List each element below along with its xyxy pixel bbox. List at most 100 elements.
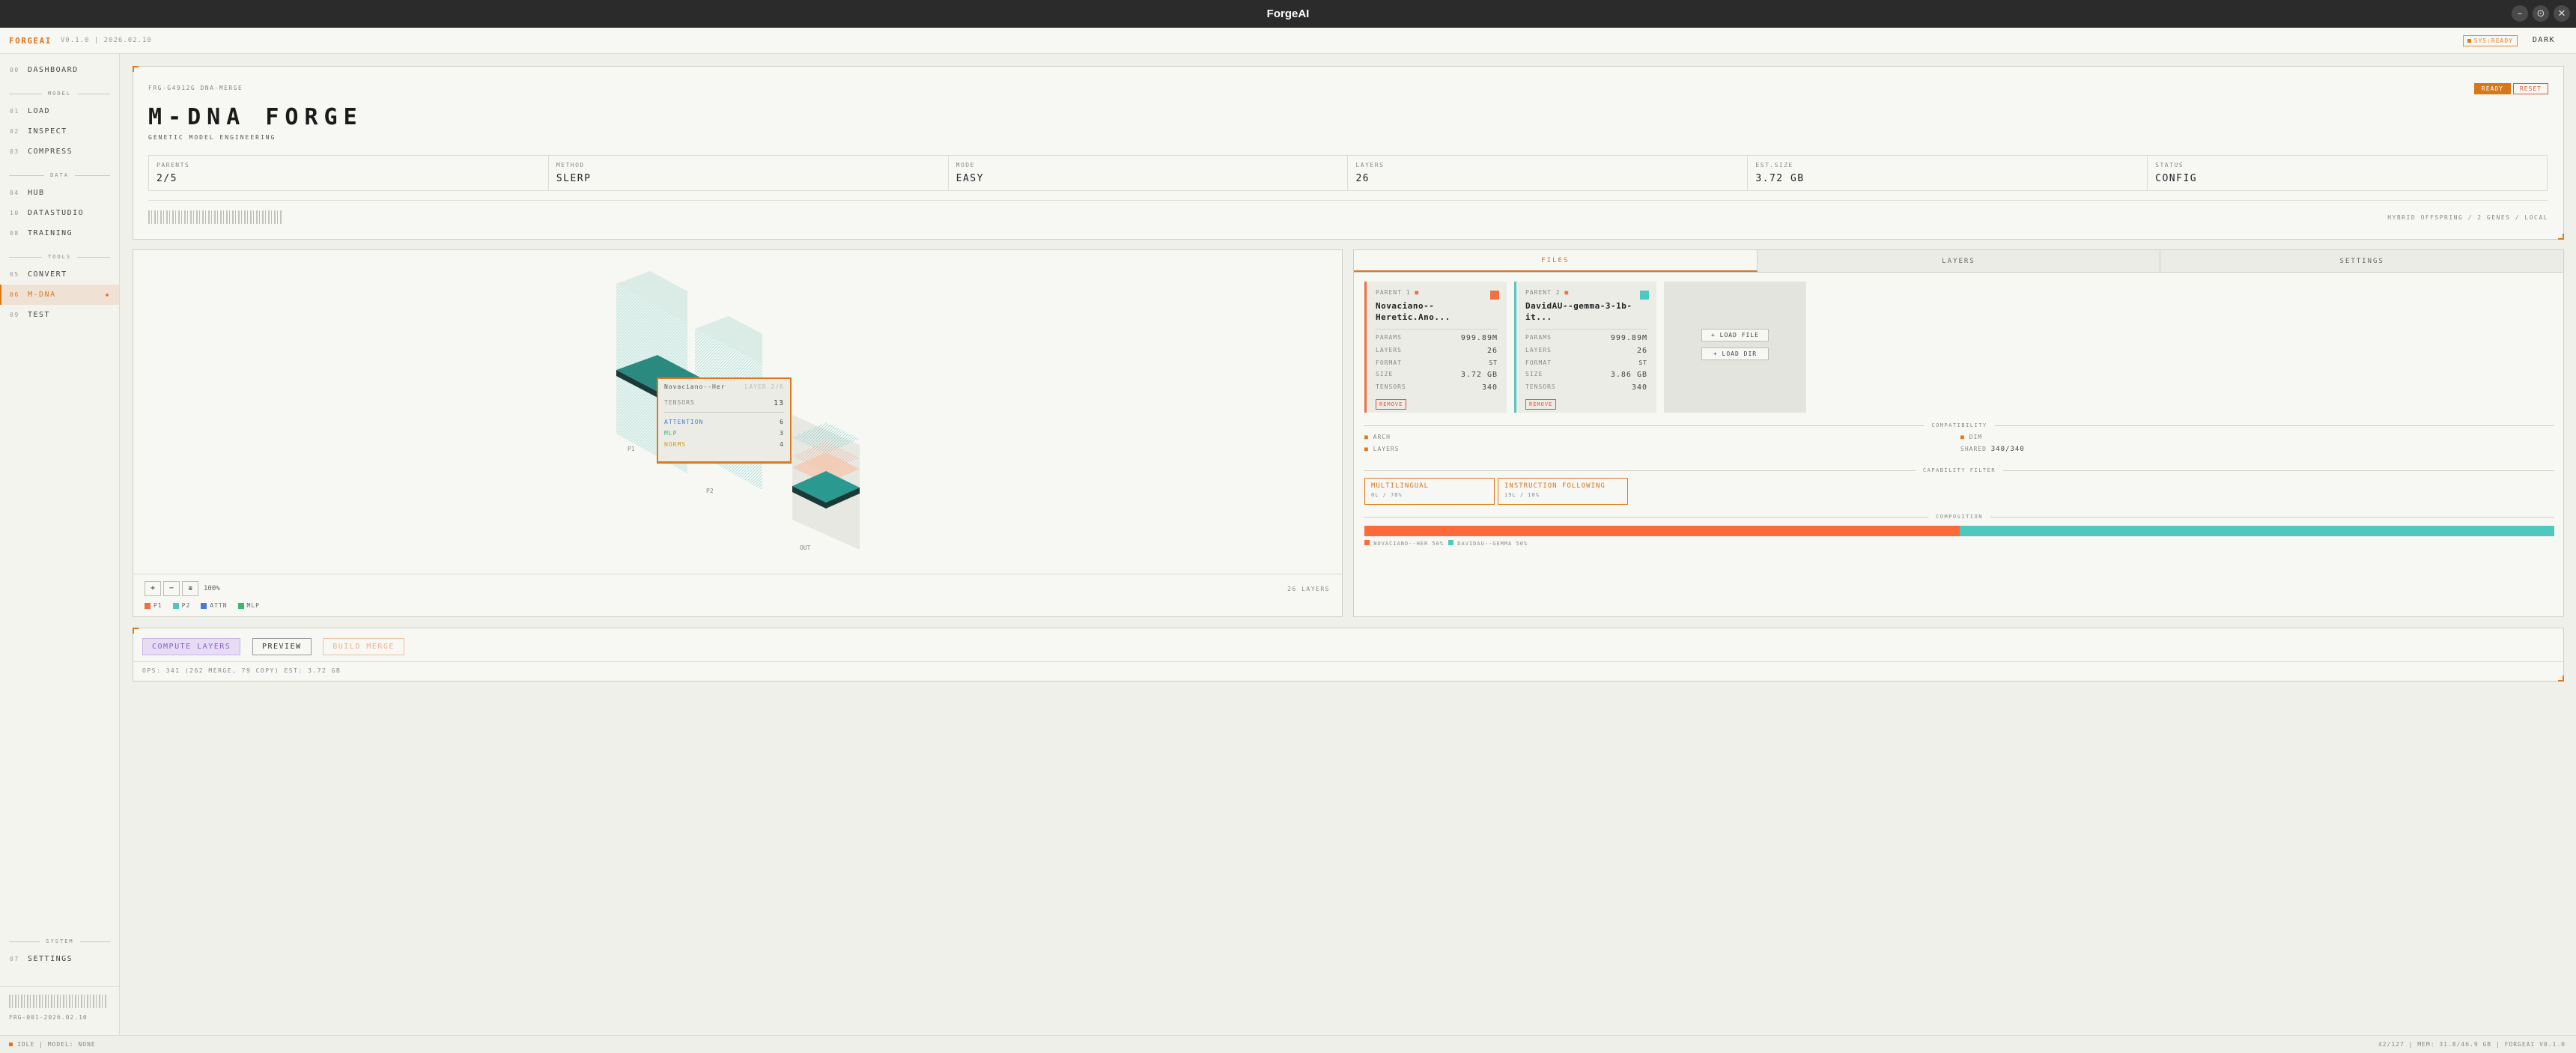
nav-group-label: MODEL xyxy=(47,91,72,97)
status-right: 42/127 | MEM: 31.8/46.9 GB | FORGEAI V0.… xyxy=(2378,1041,2566,1048)
build-merge-button[interactable]: BUILD MERGE xyxy=(323,638,404,655)
zoom-out-button[interactable]: − xyxy=(163,581,180,596)
footer-id: FRG-001-2026.02.10 xyxy=(9,1014,88,1021)
sidebar-footer: FRG-001-2026.02.10 xyxy=(0,986,120,1035)
tab-bar: FILES LAYERS SETTINGS xyxy=(1354,250,2564,273)
color-swatch xyxy=(1490,291,1499,300)
load-file-button[interactable]: + LOAD FILE xyxy=(1701,328,1769,342)
tab-settings[interactable]: SETTINGS xyxy=(2160,250,2564,272)
sidebar-item-compress[interactable]: 03 COMPRESS xyxy=(0,142,119,162)
sidebar-item-dashboard[interactable]: 00 DASHBOARD xyxy=(0,60,119,80)
nav-label: TEST xyxy=(28,311,51,319)
dot-icon: ■ xyxy=(1364,434,1369,440)
cap-name: MULTILINGUAL xyxy=(1371,482,1430,490)
remove-button[interactable]: REMOVE xyxy=(1525,399,1557,410)
stat-value: EASY xyxy=(956,173,984,184)
row-key: LAYERS xyxy=(1525,347,1552,353)
nav-group-tools: TOOLS xyxy=(9,254,110,260)
theme-toggle[interactable]: DARK xyxy=(2533,36,2555,44)
legend-label: MLP xyxy=(246,602,260,609)
tensors-row: TENSORS 340 xyxy=(1376,383,1498,392)
sidebar-item-test[interactable]: 09 TEST xyxy=(0,305,119,325)
legend-item: P1 xyxy=(145,602,162,609)
sys-ready-text: SYS:READY xyxy=(2473,37,2513,44)
tab-files[interactable]: FILES xyxy=(1354,250,1758,272)
nav-label: COMPRESS xyxy=(28,148,73,156)
composition-segment xyxy=(1959,526,2554,536)
sidebar-item-load[interactable]: 01 LOAD xyxy=(0,101,119,121)
corner-accent xyxy=(2558,676,2564,682)
tooltip-hint: LAYER 2/6 xyxy=(744,383,784,390)
header-panel: FRG-G4912G DNA-MERGE M-DNA FORGE GENETIC… xyxy=(133,66,2564,240)
stat-value: CONFIG xyxy=(2155,173,2198,184)
load-dir-button[interactable]: + LOAD DIR xyxy=(1701,347,1769,360)
sidebar-item-hub[interactable]: 04 HUB xyxy=(0,183,119,203)
nav-label: CONVERT xyxy=(28,270,67,279)
sidebar-item-inspect[interactable]: 02 INSPECT xyxy=(0,121,119,142)
tooltip-header: Novaciano--Her LAYER 2/6 xyxy=(664,383,784,390)
nav-group-model: MODEL xyxy=(9,91,110,97)
zoom-in-button[interactable]: + xyxy=(145,581,161,596)
compat-header: COMPATIBILITY xyxy=(1364,422,2554,428)
sidebar-item-datastudio[interactable]: 10 DATASTUDIO xyxy=(0,203,119,223)
nav-num: 09 xyxy=(10,312,19,318)
stat-status: STATUS CONFIG xyxy=(2148,156,2547,190)
corner-accent xyxy=(2558,234,2564,240)
format-row: FORMAT ST xyxy=(1525,359,1647,366)
nav-group-system: SYSTEM xyxy=(9,938,111,944)
row-value: 340 xyxy=(1481,383,1498,392)
nav-group-data: DATA xyxy=(9,172,110,178)
nav-num: 02 xyxy=(10,128,19,135)
composition-legend: NOVACIANO--HER 50% DAVIDAU--GEMMA 50% xyxy=(1364,540,1528,547)
parent-card-1[interactable]: PARENT 1 ■ Novaciano--Heretic.Ano... PAR… xyxy=(1364,282,1507,413)
row-value: 3.72 GB xyxy=(1460,371,1498,379)
sidebar-item-settings[interactable]: 07 SETTINGS xyxy=(0,949,120,969)
stat-value: SLERP xyxy=(556,173,592,184)
maximize-icon[interactable]: ⊙ xyxy=(2533,5,2549,22)
preview-button[interactable]: PREVIEW xyxy=(252,638,312,655)
status-left-text: IDLE | MODEL: NONE xyxy=(17,1041,96,1048)
format-row: FORMAT ST xyxy=(1376,359,1498,366)
p2-label: P2 xyxy=(706,488,714,494)
actions-panel: COMPUTE LAYERS PREVIEW BUILD MERGE OPS: … xyxy=(133,628,2564,682)
reset-button[interactable]: RESET xyxy=(2512,83,2548,94)
stat-value: 3.72 GB xyxy=(1755,173,1805,184)
nav-num: 06 xyxy=(10,291,19,298)
row-value: ST xyxy=(1638,359,1647,366)
capability-header: CAPABILITY FILTER xyxy=(1364,467,2554,473)
remove-button[interactable]: REMOVE xyxy=(1376,399,1407,410)
cap-instruction-following[interactable]: INSTRUCTION FOLLOWING 19L / 10% xyxy=(1498,478,1628,505)
nav-num: 10 xyxy=(10,210,19,216)
compat-key: ARCH xyxy=(1373,434,1391,440)
divider xyxy=(133,661,2563,662)
tab-layers[interactable]: LAYERS xyxy=(1757,250,2161,272)
fit-view-button[interactable]: ⊞ xyxy=(182,581,198,596)
minimize-icon[interactable]: – xyxy=(2512,5,2528,22)
parent-card-2[interactable]: PARENT 2 ■ DavidAU--gemma-3-1b-it... PAR… xyxy=(1514,282,1656,413)
close-icon[interactable]: ✕ xyxy=(2554,5,2570,22)
load-slot: + LOAD FILE + LOAD DIR xyxy=(1664,282,1806,413)
row-key: SIZE xyxy=(1525,371,1543,377)
divider xyxy=(148,200,2548,201)
section-title: CAPABILITY FILTER xyxy=(1922,467,1996,473)
sidebar-item-convert[interactable]: 05 CONVERT xyxy=(0,264,119,285)
compute-layers-button[interactable]: COMPUTE LAYERS xyxy=(142,638,241,655)
compat-key: LAYERS xyxy=(1373,446,1400,452)
system-group: SYSTEM 07 SETTINGS xyxy=(0,928,120,969)
stat-key: MODE xyxy=(956,162,975,169)
nav-label: TRAINING xyxy=(28,229,73,237)
layers-row: LAYERS 26 xyxy=(1376,347,1498,355)
out-stack[interactable] xyxy=(792,415,860,550)
sidebar-item-training[interactable]: 08 TRAINING xyxy=(0,223,119,243)
divider xyxy=(1376,329,1498,330)
viz-legend: P1 P2 ATTN MLP xyxy=(145,602,260,609)
sidebar-item-m-dna[interactable]: 06 M-DNA ◆ xyxy=(0,285,119,305)
page-title: M-DNA FORGE xyxy=(148,104,363,130)
sys-ready-badge: SYS:READY xyxy=(2462,35,2518,46)
compat-layers: ■ LAYERS xyxy=(1364,446,1400,452)
nav-num: 01 xyxy=(10,108,19,115)
cap-multilingual[interactable]: MULTILINGUAL 0L / 78% xyxy=(1364,478,1495,505)
stat-est-size: EST.SIZE 3.72 GB xyxy=(1748,156,2148,190)
tooltip-value: 13 xyxy=(773,399,784,407)
nav-group-label: DATA xyxy=(50,172,69,178)
